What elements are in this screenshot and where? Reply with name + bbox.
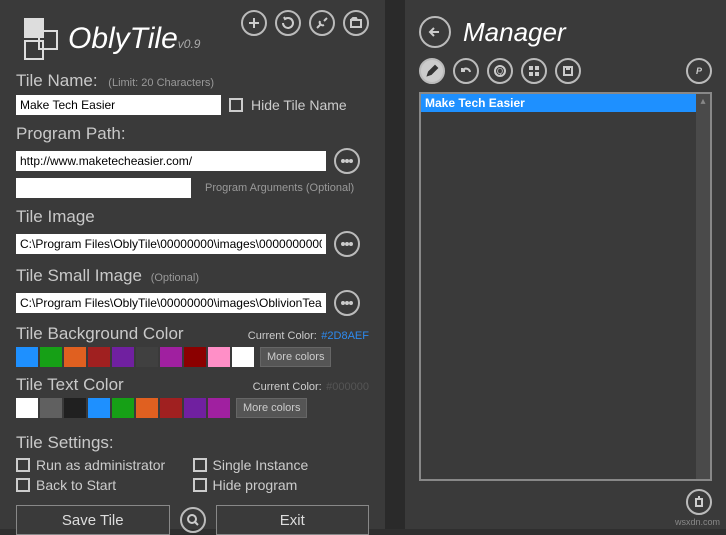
color-swatch[interactable]	[208, 398, 230, 418]
color-swatch[interactable]	[112, 398, 134, 418]
manager-title: Manager	[463, 17, 566, 48]
hide-tile-name-checkbox[interactable]	[229, 98, 243, 112]
watermark: wsxdn.com	[675, 517, 720, 527]
tile-name-input[interactable]	[16, 95, 221, 115]
undo-icon[interactable]	[453, 58, 479, 84]
color-swatch[interactable]	[184, 398, 206, 418]
optional-label: (Optional)	[151, 272, 199, 284]
app-logo	[16, 16, 62, 62]
hide-tile-name-label: Hide Tile Name	[251, 97, 347, 113]
list-item[interactable]: Make Tech Easier	[421, 94, 710, 112]
color-swatch[interactable]	[112, 347, 134, 367]
save-icon[interactable]	[555, 58, 581, 84]
color-swatch[interactable]	[160, 347, 182, 367]
search-icon[interactable]	[180, 507, 206, 533]
color-swatch[interactable]	[64, 347, 86, 367]
tile-image-input[interactable]	[16, 234, 326, 254]
browse-tile-image-icon[interactable]	[334, 231, 360, 257]
windows-icon[interactable]	[521, 58, 547, 84]
current-bg-value: #2D8AEF	[321, 330, 369, 342]
single-instance-checkbox[interactable]	[193, 458, 207, 472]
current-text-label: Current Color:	[253, 381, 322, 393]
tile-settings-label: Tile Settings:	[16, 433, 369, 453]
color-swatch[interactable]	[16, 398, 38, 418]
more-bg-colors-button[interactable]: More colors	[260, 347, 331, 367]
bg-color-label: Tile Background Color	[16, 324, 184, 344]
more-text-colors-button[interactable]: More colors	[236, 398, 307, 418]
tile-small-image-input[interactable]	[16, 293, 326, 313]
color-swatch[interactable]	[160, 398, 182, 418]
color-swatch[interactable]	[136, 347, 158, 367]
back-icon[interactable]	[419, 16, 451, 48]
single-instance-label: Single Instance	[213, 457, 309, 473]
scrollbar[interactable]: ▴	[696, 94, 710, 479]
tile-image-label: Tile Image	[16, 207, 369, 227]
paypal-icon[interactable]: P	[686, 58, 712, 84]
browse-small-image-icon[interactable]	[334, 290, 360, 316]
program-path-label: Program Path:	[16, 124, 369, 144]
color-swatch[interactable]	[232, 347, 254, 367]
program-args-hint: Program Arguments (Optional)	[205, 182, 354, 194]
program-args-input[interactable]	[16, 178, 191, 198]
text-swatches: More colors	[16, 398, 369, 418]
color-swatch[interactable]	[88, 347, 110, 367]
bg-swatches: More colors	[16, 347, 369, 367]
tile-small-image-label: Tile Small Image	[16, 266, 142, 285]
exit-button[interactable]: Exit	[216, 505, 370, 535]
browse-program-icon[interactable]	[334, 148, 360, 174]
back-start-checkbox[interactable]	[16, 478, 30, 492]
run-admin-checkbox[interactable]	[16, 458, 30, 472]
color-swatch[interactable]	[88, 398, 110, 418]
program-path-input[interactable]	[16, 151, 326, 171]
back-start-label: Back to Start	[36, 477, 116, 493]
color-swatch[interactable]	[40, 347, 62, 367]
app-title: OblyTile	[68, 22, 178, 55]
current-bg-label: Current Color:	[248, 330, 317, 342]
svg-text:P: P	[696, 66, 703, 76]
edit-icon[interactable]	[419, 58, 445, 84]
svg-text:Q: Q	[497, 67, 503, 76]
color-swatch[interactable]	[184, 347, 206, 367]
delete-icon[interactable]	[686, 489, 712, 515]
quick-icon[interactable]: Q	[487, 58, 513, 84]
app-version: v0.9	[178, 37, 201, 51]
manager-list[interactable]: Make Tech Easier ▴	[419, 92, 712, 481]
tile-name-hint: (Limit: 20 Characters)	[108, 77, 214, 89]
hide-program-checkbox[interactable]	[193, 478, 207, 492]
color-swatch[interactable]	[16, 347, 38, 367]
color-swatch[interactable]	[40, 398, 62, 418]
text-color-label: Tile Text Color	[16, 375, 124, 395]
hide-program-label: Hide program	[213, 477, 298, 493]
tile-name-label: Tile Name:	[16, 71, 98, 90]
scroll-up-icon[interactable]: ▴	[696, 94, 710, 108]
color-swatch[interactable]	[208, 347, 230, 367]
current-text-value: #000000	[326, 381, 369, 393]
save-tile-button[interactable]: Save Tile	[16, 505, 170, 535]
color-swatch[interactable]	[136, 398, 158, 418]
color-swatch[interactable]	[64, 398, 86, 418]
run-admin-label: Run as administrator	[36, 457, 165, 473]
